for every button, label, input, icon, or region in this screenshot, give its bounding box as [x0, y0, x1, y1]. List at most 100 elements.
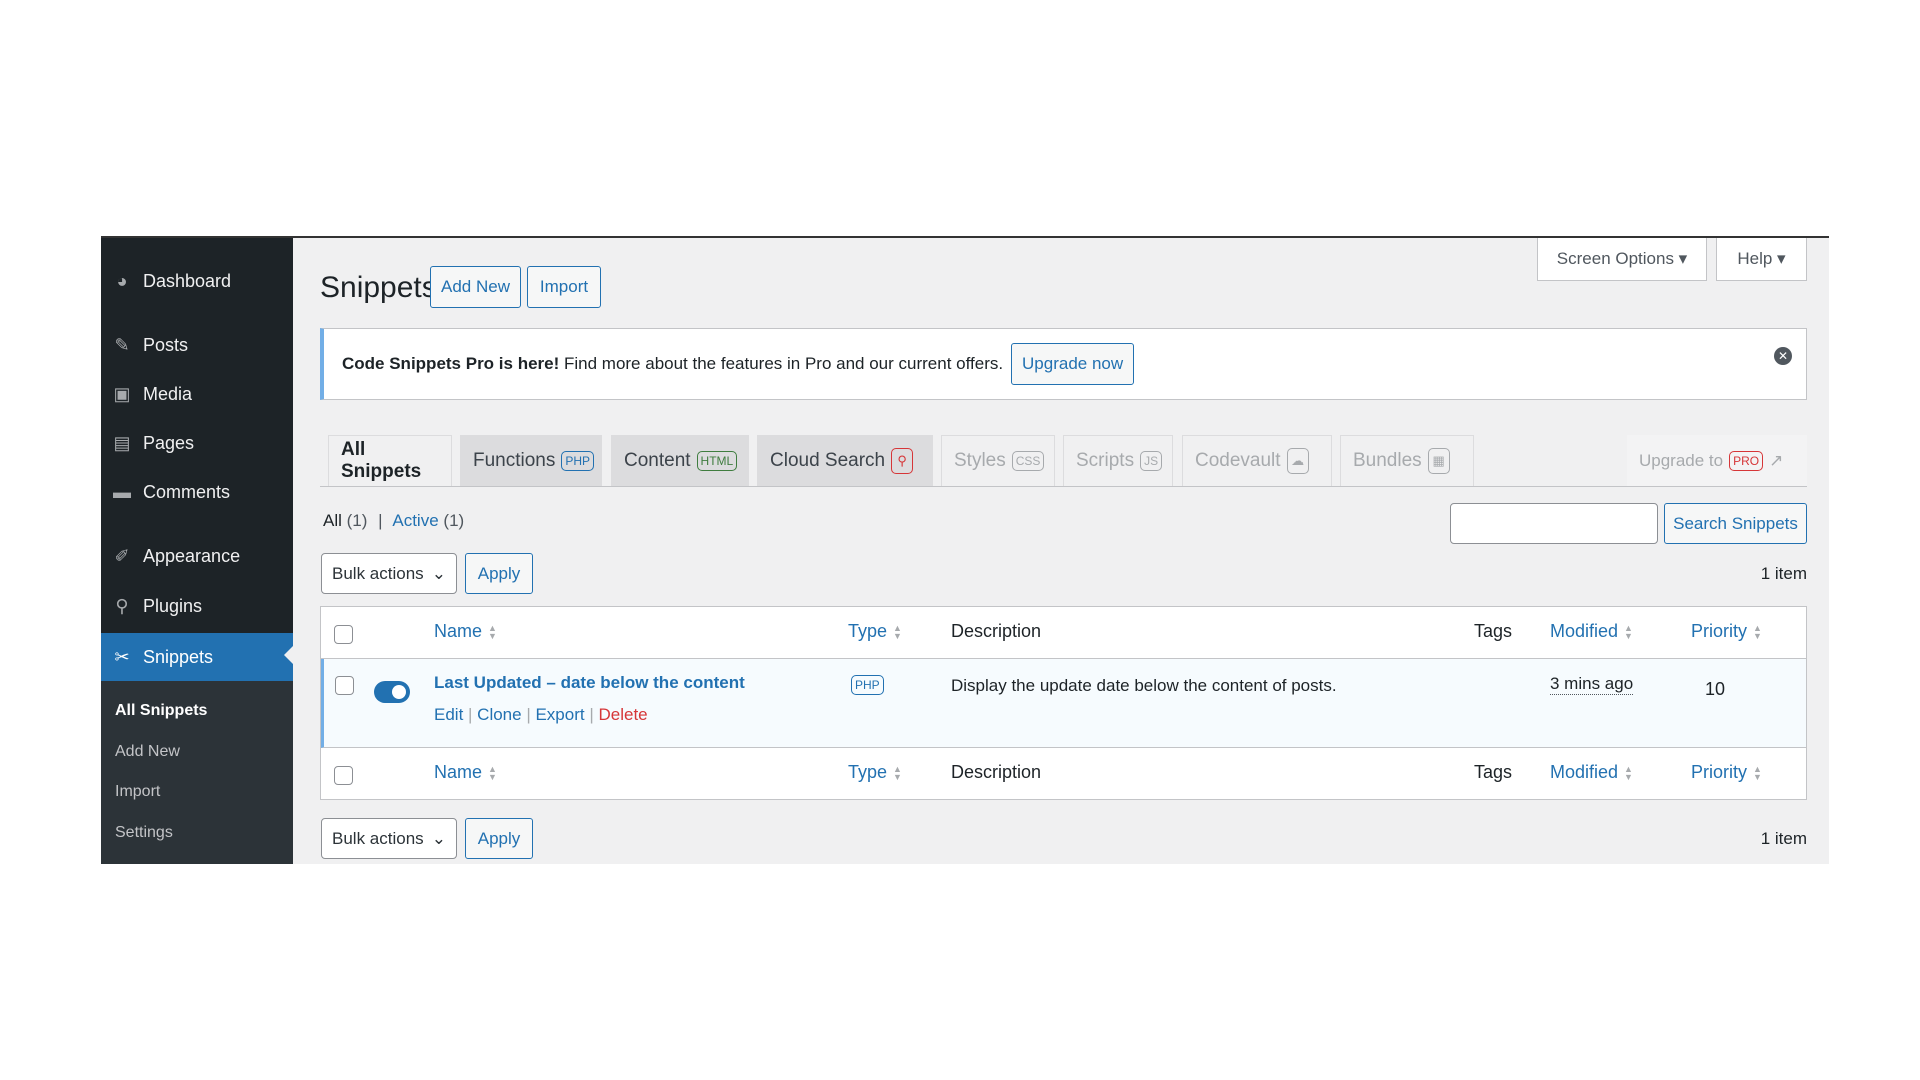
- table-footer: Name ▲ ▼ Type ▲ ▼ Description Tags Modified ▲…: [321, 748, 1806, 800]
- filter-all[interactable]: All: [323, 511, 342, 530]
- column-modified[interactable]: Modified ▲ ▼: [1550, 621, 1633, 642]
- dismiss-icon[interactable]: ✕: [1774, 347, 1792, 365]
- main-content: Snippets Add New Import Screen Options ▾…: [320, 238, 1829, 864]
- column-description: Description: [951, 762, 1042, 782]
- column-name[interactable]: Name ▲ ▼: [434, 621, 497, 642]
- sidebar-item-appearance[interactable]: ✐ Appearance: [101, 534, 293, 578]
- submenu-all-snippets[interactable]: All Snippets: [115, 702, 207, 720]
- dashboard-icon: ◕: [116, 270, 128, 291]
- page-icon: ▤: [113, 432, 131, 453]
- column-modified[interactable]: Modified ▲ ▼: [1550, 762, 1633, 783]
- sidebar-item-snippets[interactable]: ✂ Snippets: [101, 633, 293, 681]
- grid-icon: ▦: [1427, 448, 1450, 474]
- column-type[interactable]: Type ▲ ▼: [848, 621, 902, 642]
- sort-icon: ▲ ▼: [488, 623, 497, 642]
- help-button[interactable]: Help ▾: [1716, 238, 1807, 281]
- snippet-priority[interactable]: 10: [1705, 679, 1725, 700]
- clone-link[interactable]: Clone: [477, 705, 521, 724]
- search-snippets-button[interactable]: Search Snippets: [1664, 503, 1807, 544]
- sidebar-label: Pages: [143, 432, 195, 453]
- tab-bundles[interactable]: Bundles ▦: [1340, 435, 1474, 486]
- tab-label: Content: [624, 450, 691, 471]
- add-new-button[interactable]: Add New: [430, 266, 521, 308]
- column-type[interactable]: Type ▲ ▼: [848, 762, 902, 783]
- type-php-badge: PHP: [851, 675, 884, 695]
- tab-all-snippets[interactable]: All Snippets: [328, 435, 452, 486]
- sidebar-label: Appearance: [143, 545, 241, 566]
- submenu-add-new[interactable]: Add New: [115, 743, 180, 761]
- page-title: Snippets: [320, 271, 437, 304]
- select-all-checkbox[interactable]: [334, 625, 353, 644]
- submenu-import[interactable]: Import: [115, 783, 160, 801]
- select-all-checkbox-footer[interactable]: [334, 766, 353, 785]
- cloud-icon: ☁: [1286, 448, 1309, 474]
- upgrade-now-button[interactable]: Upgrade now: [1011, 343, 1135, 385]
- search-icon: ⚲: [891, 448, 914, 474]
- column-name[interactable]: Name ▲ ▼: [434, 762, 497, 783]
- pro-notice: Code Snippets Pro is here! Find more abo…: [320, 328, 1807, 400]
- chevron-down-icon: ⌄: [431, 828, 446, 848]
- scissors-icon: ✂: [114, 646, 130, 667]
- sidebar-item-posts[interactable]: ✎ Posts: [101, 323, 293, 367]
- sidebar-label: Comments: [143, 481, 231, 502]
- sidebar-item-plugins[interactable]: ⚲ Plugins: [101, 584, 293, 628]
- tab-functions[interactable]: Functions PHP: [460, 435, 602, 486]
- tab-label: Cloud Search: [770, 450, 886, 471]
- import-button[interactable]: Import: [527, 266, 601, 308]
- chevron-down-icon: ⌄: [431, 563, 446, 583]
- snippet-description: Display the update date below the conten…: [951, 676, 1337, 695]
- row-checkbox[interactable]: [335, 676, 354, 695]
- sort-icon: ▲ ▼: [1753, 623, 1762, 642]
- html-badge: HTML: [696, 451, 738, 471]
- column-description: Description: [951, 621, 1042, 641]
- upgrade-to-pro-link[interactable]: Upgrade to PRO ↗: [1627, 435, 1807, 486]
- row-actions: Edit | Clone | Export | Delete: [434, 705, 648, 724]
- tab-label: All Snippets: [341, 439, 422, 482]
- sidebar-item-comments[interactable]: ▬ Comments: [101, 470, 293, 514]
- column-priority[interactable]: Priority ▲ ▼: [1691, 762, 1762, 783]
- filter-active[interactable]: Active: [392, 511, 438, 530]
- notice-bold: Code Snippets Pro is here!: [342, 354, 560, 373]
- sidebar-label: Dashboard: [143, 270, 232, 291]
- tab-codevault[interactable]: Codevault ☁: [1182, 435, 1332, 486]
- tab-content[interactable]: Content HTML: [611, 435, 749, 486]
- snippet-modified: 3 mins ago: [1550, 674, 1634, 695]
- apply-button[interactable]: Apply: [465, 553, 533, 594]
- sidebar-item-dashboard[interactable]: ◕ Dashboard: [101, 259, 293, 303]
- sidebar-item-pages[interactable]: ▤ Pages: [101, 421, 293, 465]
- column-priority[interactable]: Priority ▲ ▼: [1691, 621, 1762, 642]
- snippet-name-link[interactable]: Last Updated – date below the content: [434, 673, 745, 693]
- tab-scripts[interactable]: Scripts JS: [1063, 435, 1173, 486]
- bulk-actions-select[interactable]: Bulk actions ⌄: [321, 553, 457, 594]
- upgrade-label: Upgrade to: [1639, 450, 1724, 470]
- tab-cloud-search[interactable]: Cloud Search ⚲: [757, 435, 933, 486]
- sidebar-label: Posts: [143, 334, 189, 355]
- notice-text: Find more about the features in Pro and …: [559, 354, 1004, 373]
- tab-label: Scripts: [1076, 450, 1135, 471]
- tab-styles[interactable]: Styles CSS: [941, 435, 1055, 486]
- sidebar-item-media[interactable]: ▣ Media: [101, 372, 293, 416]
- export-link[interactable]: Export: [535, 705, 584, 724]
- item-count: 1 item: [1760, 564, 1807, 583]
- column-tags: Tags: [1474, 621, 1513, 641]
- bulk-actions-select-bottom[interactable]: Bulk actions ⌄: [321, 818, 457, 859]
- screen-options-button[interactable]: Screen Options ▾: [1537, 238, 1707, 281]
- submenu-settings[interactable]: Settings: [115, 824, 173, 842]
- sidebar-label: Snippets: [143, 646, 214, 667]
- sort-icon: ▲ ▼: [488, 764, 497, 783]
- table-header: Name ▲ ▼ Type ▲ ▼ Description Tags Modified ▲…: [321, 607, 1806, 659]
- tab-divider: [320, 486, 1807, 487]
- active-count: (1): [443, 511, 465, 530]
- apply-button-bottom[interactable]: Apply: [465, 818, 533, 859]
- sort-icon: ▲ ▼: [893, 623, 902, 642]
- search-input[interactable]: [1450, 503, 1658, 544]
- edit-link[interactable]: Edit: [434, 705, 463, 724]
- delete-link[interactable]: Delete: [598, 705, 647, 724]
- column-tags: Tags: [1474, 762, 1513, 782]
- tab-label: Styles: [954, 450, 1006, 471]
- table-row: Last Updated – date below the content Ed…: [321, 659, 1806, 748]
- snippets-submenu: All Snippets Add New Import Settings: [101, 681, 293, 864]
- active-toggle[interactable]: [374, 681, 410, 703]
- all-count: (1): [346, 511, 368, 530]
- sidebar-label: Plugins: [143, 595, 203, 616]
